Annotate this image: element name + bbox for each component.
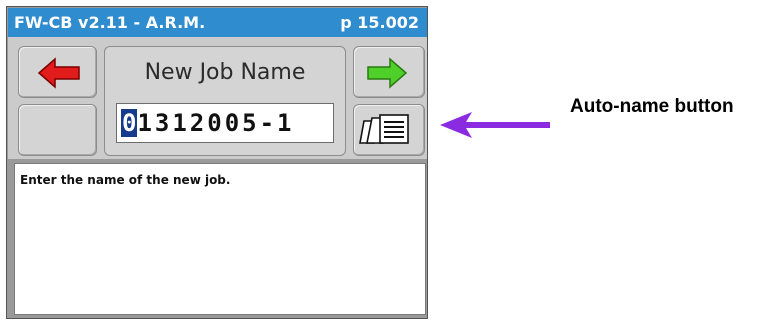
document-stack-icon [359, 114, 409, 144]
green-right-arrow-icon [367, 57, 408, 89]
callout-label: Auto-name button [570, 96, 734, 117]
red-left-arrow-icon [37, 57, 80, 89]
app-title: FW-CB v2.11 - A.R.M. [14, 13, 206, 32]
page-number: p 15.002 [340, 13, 419, 32]
job-name-text: 1312005-1 [137, 109, 295, 137]
auto-name-button[interactable] [353, 104, 425, 156]
job-name-input[interactable]: 01312005-1 [116, 103, 334, 143]
title-bar: FW-CB v2.11 - A.R.M. p 15.002 [8, 8, 427, 37]
back-button[interactable] [18, 46, 97, 98]
screen-title: New Job Name [144, 60, 306, 85]
callout-arrow-icon [440, 112, 550, 138]
next-button[interactable] [353, 46, 425, 98]
message-text: Enter the name of the new job. [20, 173, 231, 187]
blank-button[interactable] [18, 104, 97, 156]
text-cursor-char: 0 [121, 109, 138, 137]
